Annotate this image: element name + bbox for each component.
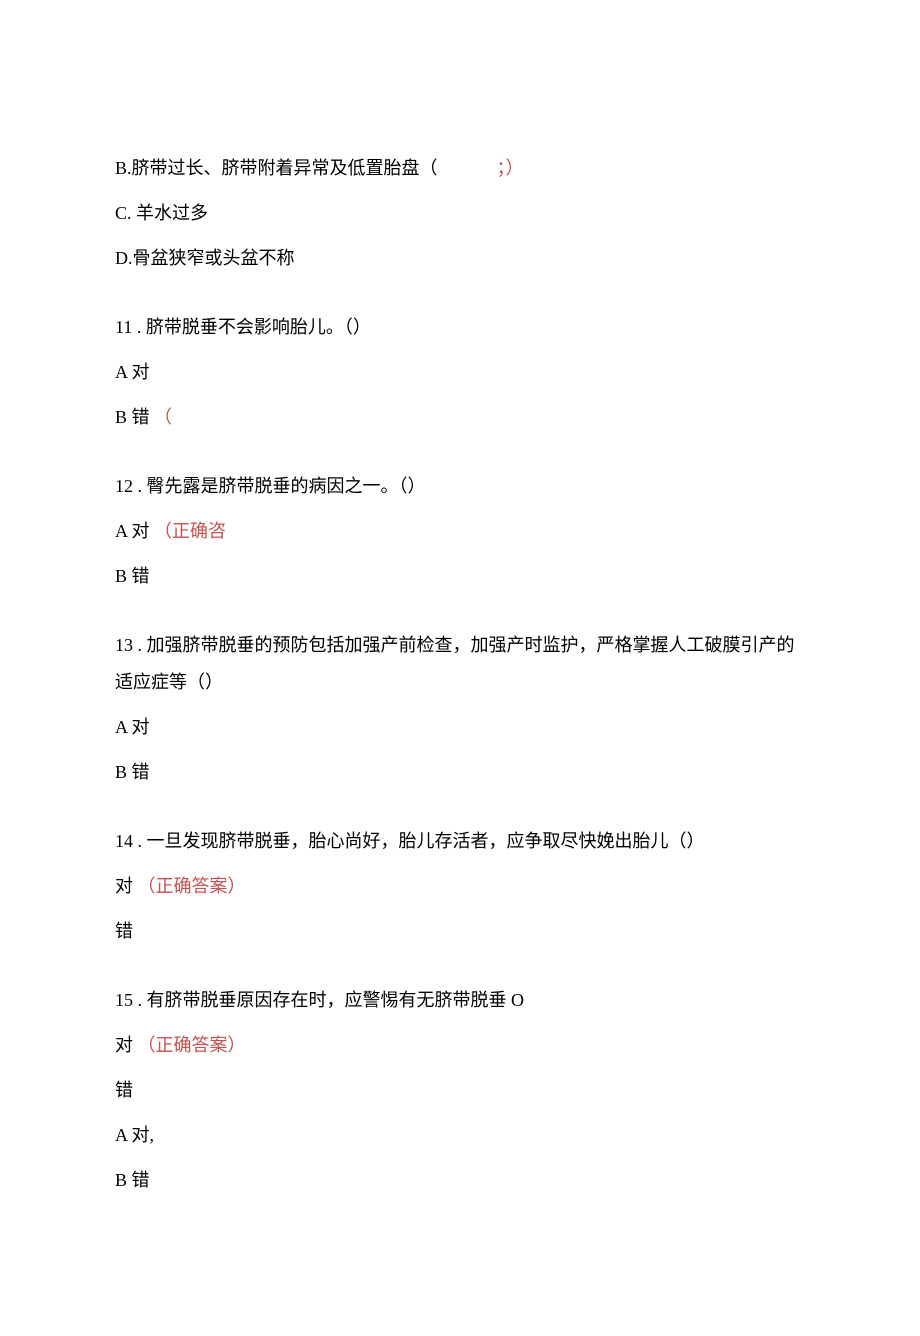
question-stem-line1: 13 . 加强脐带脱垂的预防包括加强产前检查，加强产时监护，严格掌握人工破膜引产… <box>115 632 805 659</box>
question-stem: 15 . 有脐带脱垂原因存在时，应警惕有无脐带脱垂 O <box>115 987 805 1014</box>
option-a-text: 对 <box>115 1035 133 1055</box>
option-b-mark: ；） <box>497 158 524 178</box>
question-14: 14 . 一旦发现脐带脱垂，胎心尚好，胎儿存活者，应争取尽快娩出胎儿（） 对 （… <box>115 828 805 945</box>
question-11: 11 . 脐带脱垂不会影响胎儿。（） A 对 B 错 （ <box>115 314 805 431</box>
option-b-text: B.脐带过长、脐带附着异常及低置胎盘（ <box>115 158 438 178</box>
extra-option-a: A 对, <box>115 1122 805 1149</box>
option-a-mark: （正确答案） <box>138 1035 246 1055</box>
option-a-mark: （正确咨 <box>154 521 226 541</box>
option-b: B 错 （ <box>115 404 805 431</box>
option-a: A 对 （正确咨 <box>115 518 805 545</box>
option-b: B 错 <box>115 563 805 590</box>
option-a: 对 （正确答案） <box>115 1032 805 1059</box>
option-a: A 对 <box>115 714 805 741</box>
option-b: B 错 <box>115 759 805 786</box>
option-b-mark: （ <box>154 407 172 427</box>
option-b: B.脐带过长、脐带附着异常及低置胎盘（ ；） <box>115 155 805 182</box>
document-page: B.脐带过长、脐带附着异常及低置胎盘（ ；） C. 羊水过多 D.骨盆狭窄或头盆… <box>0 0 920 1336</box>
question-stem: 11 . 脐带脱垂不会影响胎儿。（） <box>115 314 805 341</box>
question-stem: 12 . 臀先露是脐带脱垂的病因之一。（） <box>115 473 805 500</box>
question-15: 15 . 有脐带脱垂原因存在时，应警惕有无脐带脱垂 O 对 （正确答案） 错 A… <box>115 987 805 1194</box>
option-a: 对 （正确答案） <box>115 873 805 900</box>
extra-option-b: B 错 <box>115 1167 805 1194</box>
option-a-mark: （正确答案） <box>138 876 246 896</box>
question-13: 13 . 加强脐带脱垂的预防包括加强产前检查，加强产时监护，严格掌握人工破膜引产… <box>115 632 805 786</box>
question-10-options: B.脐带过长、脐带附着异常及低置胎盘（ ；） C. 羊水过多 D.骨盆狭窄或头盆… <box>115 155 805 272</box>
question-stem-line2: 适应症等（） <box>115 669 805 696</box>
option-c: C. 羊水过多 <box>115 200 805 227</box>
option-a-text: 对 <box>115 876 133 896</box>
option-a-text: A 对 <box>115 521 150 541</box>
option-b: 错 <box>115 918 805 945</box>
option-b: 错 <box>115 1077 805 1104</box>
option-d: D.骨盆狭窄或头盆不称 <box>115 245 805 272</box>
question-stem: 14 . 一旦发现脐带脱垂，胎心尚好，胎儿存活者，应争取尽快娩出胎儿（） <box>115 828 805 855</box>
question-12: 12 . 臀先露是脐带脱垂的病因之一。（） A 对 （正确咨 B 错 <box>115 473 805 590</box>
option-a: A 对 <box>115 359 805 386</box>
option-b-text: B 错 <box>115 407 150 427</box>
